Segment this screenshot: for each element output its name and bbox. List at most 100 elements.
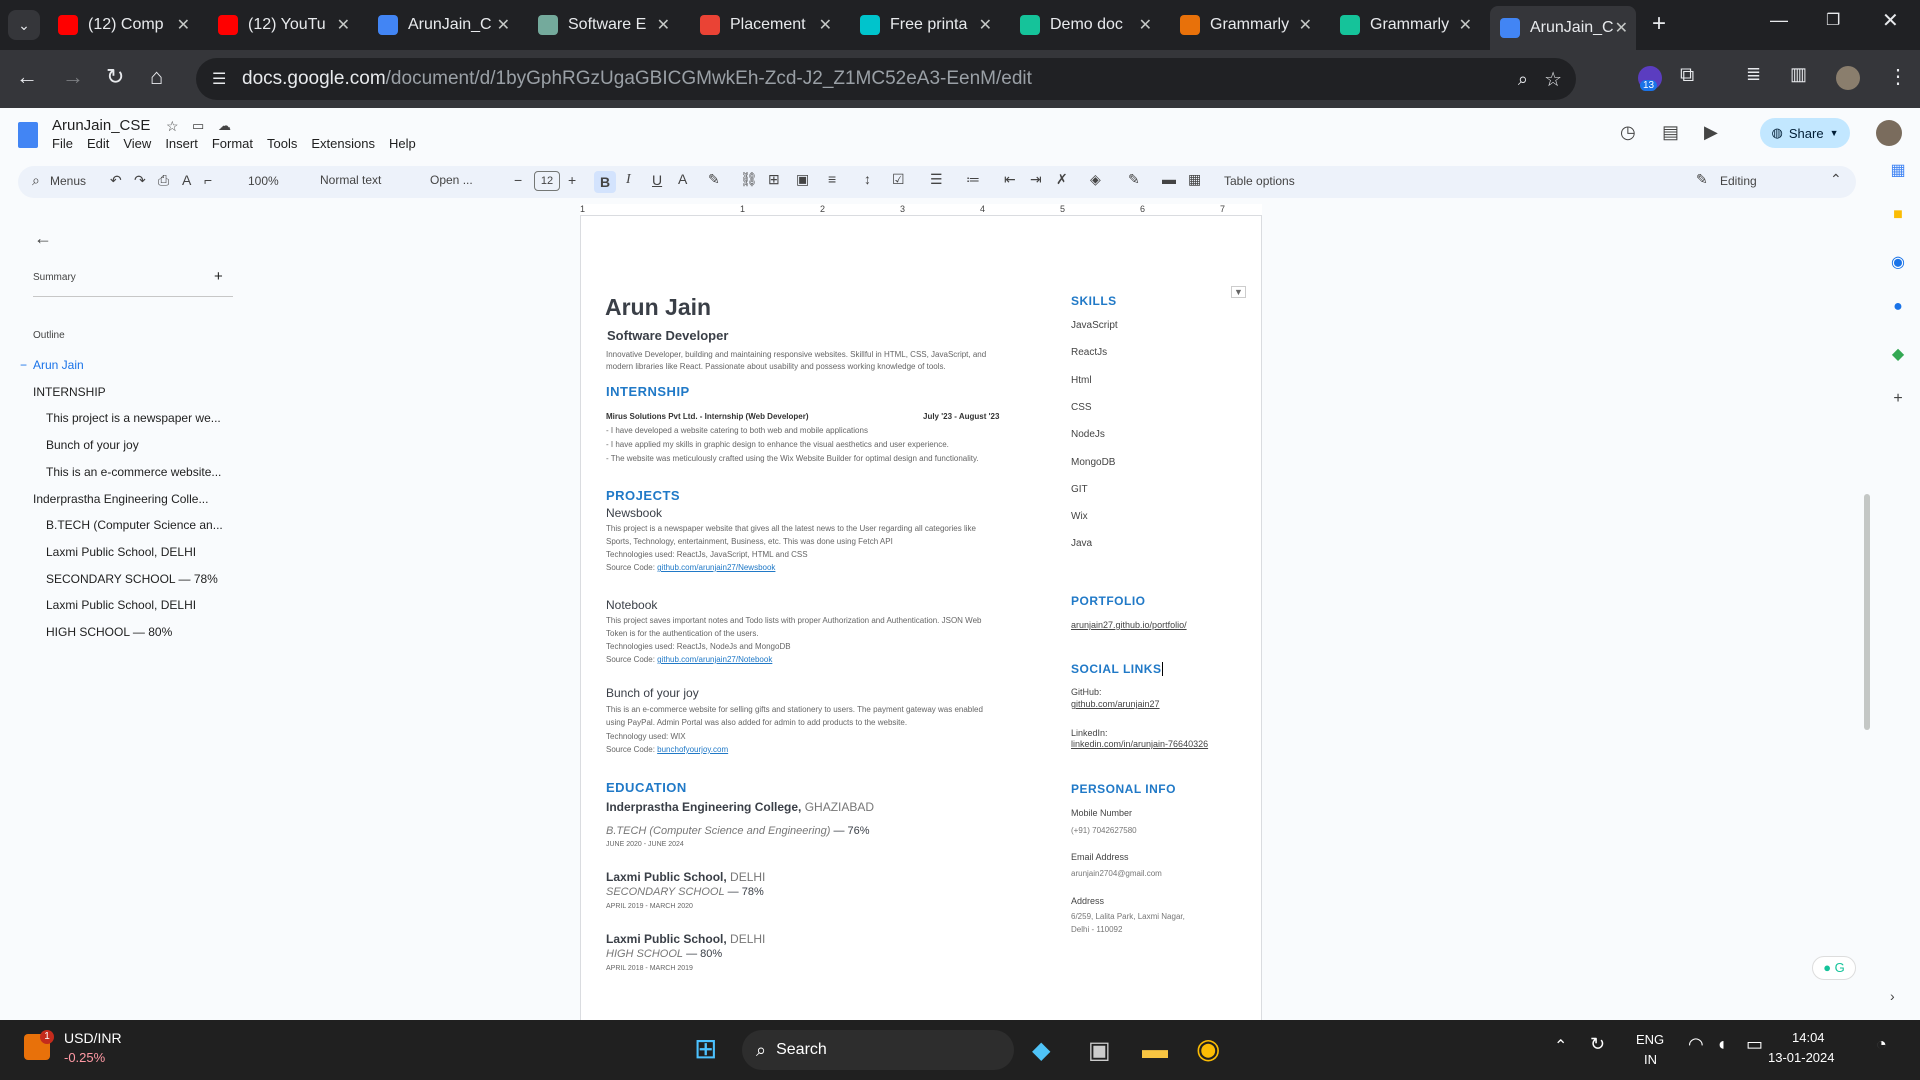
outline-item[interactable]: This is an e-commerce website... [46,465,221,479]
close-tab-icon[interactable]: ✕ [979,15,992,35]
zoom-select[interactable]: 100% [248,174,279,188]
add-summary-icon[interactable]: + [214,268,223,285]
outline-item[interactable]: INTERNSHIP [33,385,106,399]
url-bar[interactable]: ☰ docs.google.com/document/d/1byGphRGzUg… [196,58,1576,100]
new-tab-button[interactable]: + [1652,10,1666,38]
tasks-icon[interactable]: ◉ [1880,252,1916,298]
outline-item[interactable]: Inderprastha Engineering Colle... [33,492,208,506]
battery-icon[interactable]: ▭ [1746,1034,1763,1055]
checklist-icon[interactable]: ☑ [892,171,905,188]
decrease-indent-icon[interactable]: ⇤ [1004,171,1016,188]
redo-icon[interactable]: ↷ [134,172,146,189]
line-spacing-icon[interactable]: ↕ [864,171,871,187]
maps-icon[interactable]: ◆ [1880,344,1916,390]
link-icon[interactable]: ⛓ [740,171,758,188]
undo-icon[interactable]: ↶ [110,172,122,189]
copilot-icon[interactable]: ◆ [1032,1036,1050,1065]
comment-icon[interactable]: ⊞ [768,171,780,188]
close-tab-icon[interactable]: ✕ [497,15,510,35]
scrollbar-thumb[interactable] [1864,494,1870,730]
browser-tab[interactable]: Free printa ✕ [850,8,1000,42]
browser-tab[interactable]: ArunJain_C ✕ [1490,6,1636,50]
search-menus-label[interactable]: Menus [50,174,86,188]
underline-icon[interactable]: U [652,172,662,188]
menu-file[interactable]: File [52,136,73,151]
browser-tab[interactable]: Demo doc ✕ [1010,8,1160,42]
stock-name[interactable]: USD/INR [64,1030,122,1046]
move-folder-icon[interactable]: ▭ [192,118,204,134]
image-icon[interactable]: ▣ [796,171,809,188]
close-tab-icon[interactable]: ✕ [1459,15,1472,35]
outline-item[interactable]: Laxmi Public School, DELHI [46,545,196,559]
show-hidden-icons[interactable]: ⌃ [1554,1036,1567,1056]
browser-tab[interactable]: (12) Comp ✕ [48,8,198,42]
site-info-icon[interactable]: ☰ [212,69,226,89]
border-dash-icon[interactable]: ▦ [1188,171,1201,188]
clock-time[interactable]: 14:04 [1792,1030,1825,1045]
chrome-menu-icon[interactable]: ⋮ [1888,64,1908,89]
outline-item[interactable]: HIGH SCHOOL — 80% [46,625,172,639]
sync-icon[interactable]: ↻ [1590,1034,1605,1055]
menu-view[interactable]: View [123,136,151,151]
numbered-list-icon[interactable]: ≔ [966,171,980,188]
profile-avatar[interactable] [1836,66,1860,90]
wifi-icon[interactable]: ◠ [1688,1034,1704,1055]
tab-search-button[interactable]: ⌄ [8,10,40,40]
border-color-icon[interactable]: ✎ [1128,171,1140,188]
font-size-input[interactable]: 12 [534,171,560,191]
account-avatar[interactable] [1876,120,1902,146]
table-options-button[interactable]: Table options [1224,174,1295,188]
print-icon[interactable]: ⎙ [158,172,169,189]
decrease-font-icon[interactable]: − [514,172,522,188]
forward-icon[interactable]: → [62,64,84,90]
browser-tab[interactable]: Placement ✕ [690,8,840,42]
clear-formatting-icon[interactable]: ✗ [1056,171,1068,188]
restore-button[interactable]: ❐ [1826,10,1840,30]
menu-help[interactable]: Help [389,136,416,151]
grammarly-widget-icon[interactable]: ● G [1812,956,1856,980]
outline-item[interactable]: This project is a newspaper we... [46,411,221,425]
outline-item[interactable]: Bunch of your joy [46,438,139,452]
close-tab-icon[interactable]: ✕ [1139,15,1152,35]
docs-logo-icon[interactable] [18,122,38,148]
close-tab-icon[interactable]: ✕ [1615,18,1628,38]
get-addons-icon[interactable]: + [1880,390,1916,436]
outline-item[interactable]: − Arun Jain [20,358,84,372]
outline-item[interactable]: SECONDARY SCHOOL — 78% [46,572,218,586]
contacts-icon[interactable]: ● [1880,298,1916,344]
home-icon[interactable]: ⌂ [150,64,163,90]
increase-indent-icon[interactable]: ⇥ [1030,171,1042,188]
bold-icon[interactable]: B [594,171,616,193]
spellcheck-icon[interactable]: A [182,172,191,188]
paint-format-icon[interactable]: ⌐ [204,172,212,188]
project-2-link[interactable]: github.com/arunjain27/Notebook [657,655,772,664]
github-link[interactable]: github.com/arunjain27 [1071,699,1160,709]
table-dropdown-icon[interactable]: ▼ [1231,286,1246,298]
italic-icon[interactable]: I [626,172,631,188]
style-select[interactable]: Normal text [320,173,381,187]
browser-tab[interactable]: Software E ✕ [528,8,678,42]
notifications-icon[interactable]: ◔ [1876,1034,1887,1055]
cloud-status-icon[interactable]: ☁ [218,118,231,134]
browser-tab[interactable]: (12) YouTu ✕ [208,8,358,42]
collapse-menus-icon[interactable]: ⌃ [1830,171,1842,188]
extensions-puzzle-icon[interactable]: ⧉ [1680,64,1694,87]
menu-format[interactable]: Format [212,136,253,151]
font-select[interactable]: Open ... [430,173,473,187]
comments-icon[interactable]: ▤ [1662,122,1679,143]
back-icon[interactable]: ← [16,64,38,90]
clock-date[interactable]: 13-01-2024 [1768,1050,1835,1065]
star-icon[interactable]: ☆ [166,118,179,135]
outline-item[interactable]: Laxmi Public School, DELHI [46,598,196,612]
menu-insert[interactable]: Insert [165,136,198,151]
linkedin-link[interactable]: linkedin.com/in/arunjain-76640326 [1071,739,1208,749]
project-1-link[interactable]: github.com/arunjain27/Newsbook [657,563,775,572]
language-code[interactable]: ENG [1636,1032,1664,1047]
scroll-right-icon[interactable]: › [1890,988,1895,1004]
meet-icon[interactable]: ▶ [1704,122,1718,143]
menu-edit[interactable]: Edit [87,136,109,151]
close-tab-icon[interactable]: ✕ [177,15,190,35]
text-color-icon[interactable]: A [678,171,687,187]
close-tab-icon[interactable]: ✕ [1299,15,1312,35]
browser-tab[interactable]: Grammarly ✕ [1330,8,1480,42]
